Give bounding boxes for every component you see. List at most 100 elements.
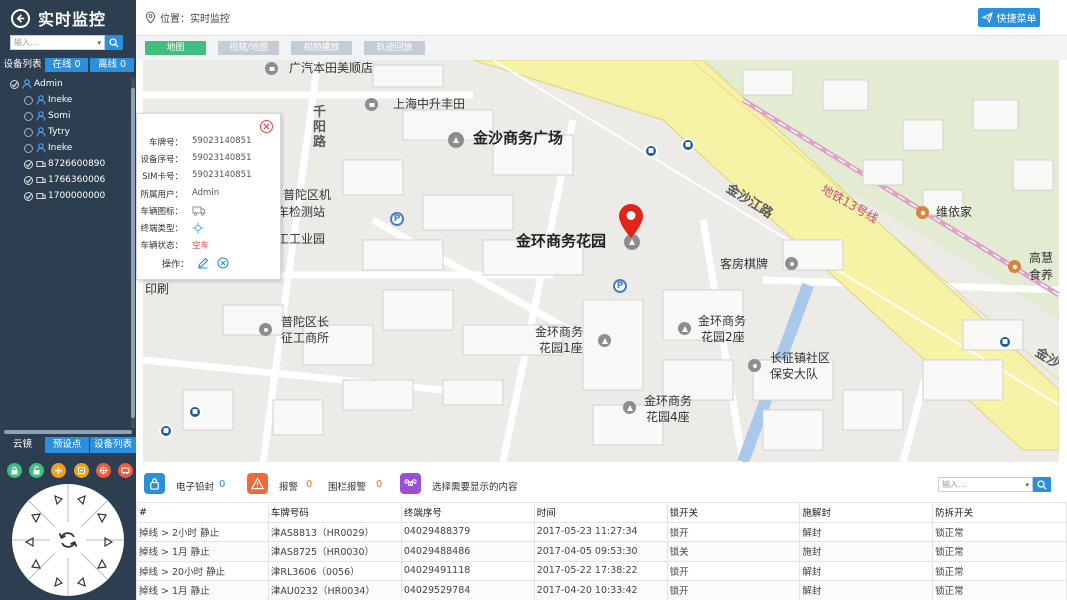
target-icon[interactable]	[95, 463, 111, 478]
back-arrow-icon[interactable]	[11, 8, 30, 28]
ptz-down-right-button[interactable]	[72, 572, 92, 592]
table-cell: 掉线 > 1月 静止	[136, 541, 269, 562]
bus-stop-icon	[998, 335, 1012, 349]
table-search-input[interactable]: 输入... ▾	[938, 477, 1033, 492]
tab-device-list[interactable]: 设备列表	[0, 58, 45, 72]
table-header-cell[interactable]: 终端序号	[400, 502, 535, 523]
tab-cloud-mirror[interactable]: 云镜	[0, 437, 45, 453]
device-search-input[interactable]: 输入... ▾	[10, 35, 105, 50]
vehicle-location-pin-icon[interactable]	[617, 203, 645, 239]
ptz-down-left-button[interactable]	[48, 572, 68, 592]
minus-icon[interactable]	[73, 463, 89, 478]
table-header-cell[interactable]: 时间	[533, 502, 668, 523]
map-label-fengtian: 上海中升丰田	[393, 97, 466, 111]
unchecked-circle-icon[interactable]	[24, 95, 33, 105]
alarm-count: 0	[306, 479, 313, 490]
scrollbar-thumb[interactable]	[131, 88, 135, 418]
unchecked-circle-icon[interactable]	[24, 127, 33, 137]
map-label-putuo-zhang-1: 普陀区长	[281, 315, 330, 329]
tree-horizontal-scrollbar[interactable]	[4, 430, 132, 434]
breadcrumb-text: 位置：实时监控	[160, 14, 230, 25]
map-label-putuo-jiguan: 普陀区机	[283, 188, 332, 202]
unchecked-circle-icon[interactable]	[24, 143, 33, 153]
ptz-up-left-button[interactable]	[48, 490, 68, 510]
ptz-left-down-button[interactable]	[26, 554, 46, 574]
table-header-cell[interactable]: #	[136, 502, 269, 523]
table-cell: 锁正常	[932, 580, 1067, 600]
checked-circle-icon[interactable]	[10, 79, 19, 89]
table-header-row: # 车牌号码 终端序号 时间 锁开关 施解封 防拆开关	[136, 502, 1067, 523]
popup-field-row: 车辆图标：	[137, 205, 206, 217]
ptz-right-up-button[interactable]	[92, 508, 112, 528]
operations-label: 操作：	[161, 259, 189, 270]
ptz-right-down-button[interactable]	[92, 554, 112, 574]
tree-item[interactable]: Ineke	[0, 92, 130, 108]
table-search-button[interactable]	[1033, 477, 1051, 492]
tree-item[interactable]: Ineke	[0, 140, 130, 156]
tree-item[interactable]: Somi	[0, 108, 130, 124]
table-header-cell[interactable]: 防拆开关	[932, 502, 1067, 523]
tree-item[interactable]: 1766360006	[0, 172, 130, 188]
map-label-weiyi: 维依家	[936, 205, 973, 219]
tab-video-map[interactable]: 视频/地图	[218, 41, 279, 55]
unlock-icon[interactable]	[29, 463, 45, 478]
tab-online[interactable]: 在线 0	[45, 58, 88, 72]
tree-item-label: 1700000000	[48, 191, 106, 201]
table-header-cell[interactable]: 锁开关	[666, 502, 801, 523]
popup-close-button[interactable]	[260, 120, 273, 133]
table-row[interactable]: 掉线 > 20小时 静止 津RL3606（0056） 04029491118 2017…	[136, 560, 1067, 581]
table-cell: 锁正常	[932, 560, 1067, 581]
tree-item[interactable]: Admin	[0, 76, 130, 92]
map-label-honda: 广汽本田美顺店	[289, 61, 374, 75]
table-header-cell[interactable]: 车牌号码	[267, 502, 402, 523]
table-row[interactable]: 掉线 > 1月 静止 津AS8725（HR0030） 04029488486 2017…	[136, 541, 1067, 562]
lock-icon[interactable]	[7, 463, 22, 478]
checked-circle-icon[interactable]	[24, 175, 33, 185]
tab-offline[interactable]: 离线 0	[90, 58, 134, 72]
vehicle-icon[interactable]	[117, 463, 133, 478]
map-label-yinshua: 印刷	[145, 282, 170, 296]
edit-icon[interactable]	[197, 257, 209, 269]
table-row[interactable]: 掉线 > 1月 静止 津AU0232（HR0034） 04029529784 2017…	[136, 580, 1067, 600]
table-row[interactable]: 掉线 > 2小时 静止 津AS8813（HR0029） 04029488379 201…	[136, 521, 1067, 542]
ptz-up-right-button[interactable]	[72, 490, 92, 510]
alarm-label: 报警	[279, 482, 299, 493]
bus-stop-icon	[159, 424, 173, 438]
device-search-button[interactable]	[105, 35, 123, 50]
vehicle-icon	[36, 159, 46, 169]
ptz-right-button[interactable]	[98, 532, 118, 552]
cancel-circle-icon[interactable]	[217, 257, 229, 269]
ptz-left-button[interactable]	[20, 532, 40, 552]
tree-item-label: 1766360006	[48, 175, 106, 185]
ptz-left-up-button[interactable]	[26, 508, 46, 528]
tab-map[interactable]: 地图	[145, 41, 206, 55]
tree-vertical-scrollbar[interactable]	[131, 78, 135, 428]
add-icon[interactable]	[51, 463, 67, 478]
tree-item[interactable]: 8726600890	[0, 156, 130, 172]
table-header-cell[interactable]: 施解封	[799, 502, 934, 523]
popup-field-row: SIM卡号： 59023140851	[137, 170, 251, 182]
tab-video-playback[interactable]: 视频播放	[291, 41, 352, 55]
alarm-warning-icon[interactable]	[247, 473, 268, 494]
view-mode-bar: 地图 视频/地图 视频播放 轨迹回放	[136, 36, 1067, 60]
command-icon[interactable]	[400, 473, 421, 494]
tab-track-playback[interactable]: 轨迹回放	[364, 41, 425, 55]
vehicle-icon	[36, 191, 46, 201]
device-search-placeholder: 输入...	[14, 38, 38, 47]
electronic-seal-icon[interactable]	[144, 473, 165, 494]
select-content-label[interactable]: 选择需要显示的内容	[432, 479, 518, 493]
table-search-placeholder: 输入...	[942, 480, 966, 489]
table-cell: 锁开	[666, 521, 801, 542]
popup-field-row: 车牌号： 59023140851	[137, 136, 252, 148]
tab-ptz-devices[interactable]: 设备列表	[90, 437, 136, 453]
tab-preset[interactable]: 预设点	[45, 437, 89, 453]
ptz-refresh-button[interactable]	[53, 525, 83, 555]
refresh-icon	[58, 532, 78, 548]
quick-menu-button[interactable]: 快捷菜单	[978, 8, 1040, 27]
checked-circle-icon[interactable]	[24, 191, 33, 201]
sidebar-header: 实时监控	[0, 0, 136, 36]
checked-circle-icon[interactable]	[24, 159, 33, 169]
unchecked-circle-icon[interactable]	[24, 111, 33, 121]
tree-item[interactable]: Tytry	[0, 124, 130, 140]
tree-item[interactable]: 1700000000	[0, 188, 130, 204]
